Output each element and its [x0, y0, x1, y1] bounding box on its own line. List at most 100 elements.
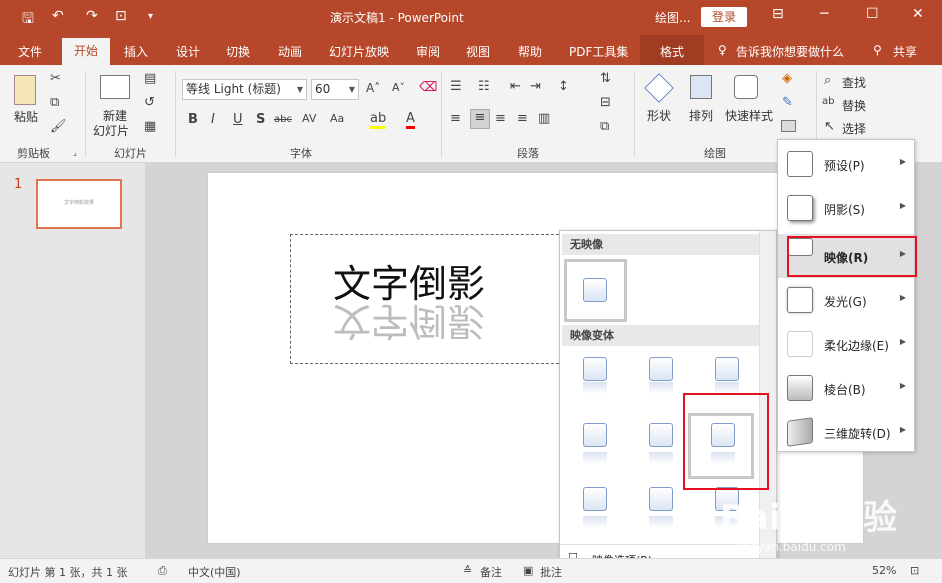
menu-item-bevel[interactable]: 棱台(B) ▶ [778, 366, 914, 410]
format-painter-icon[interactable]: 🖌 [50, 119, 67, 134]
cut-icon[interactable]: ✂ [50, 71, 61, 86]
tab-help[interactable]: 帮助 [518, 43, 542, 60]
menu-item-preset[interactable]: 预设(P) ▶ [778, 142, 914, 186]
redo-icon[interactable]: ↷ [86, 8, 98, 24]
menu-item-3d-rotation[interactable]: 三维旋转(D) ▶ [778, 410, 914, 454]
tab-design[interactable]: 设计 [176, 43, 200, 60]
slide-thumbnail[interactable]: 文字倒影效果 [36, 179, 122, 229]
reflection-variant-2[interactable] [626, 351, 682, 407]
save-icon[interactable]: 🖫 [22, 8, 34, 32]
menu-item-shadow[interactable]: 阴影(S) ▶ [778, 186, 914, 230]
shapes-label[interactable]: 形状 [647, 107, 671, 124]
maximize-icon[interactable]: ☐ [866, 6, 879, 22]
new-slide-label-2[interactable]: 幻灯片 [93, 122, 129, 139]
shape-effects-icon[interactable] [781, 120, 796, 132]
comments-button[interactable]: 批注 [540, 564, 562, 580]
grow-font-icon[interactable]: A˄ [366, 81, 380, 95]
tab-insert[interactable]: 插入 [124, 43, 148, 60]
clear-format-icon[interactable]: ⌫ [419, 80, 437, 95]
layout-icon[interactable]: ▤ [144, 71, 156, 86]
new-slide-icon[interactable] [100, 75, 130, 99]
increase-indent-icon[interactable]: ⇥ [530, 79, 541, 94]
zoom-level[interactable]: 52% [872, 564, 896, 577]
present-icon[interactable]: ⊡ [115, 8, 127, 24]
section-icon[interactable]: ▦ [144, 119, 156, 134]
select-button[interactable]: 选择 [842, 120, 866, 137]
tab-animations[interactable]: 动画 [278, 43, 302, 60]
shape-outline-icon[interactable]: ✎ [782, 95, 793, 110]
close-icon[interactable]: ✕ [912, 6, 924, 22]
bold-icon[interactable]: B [188, 112, 198, 127]
align-right-icon[interactable]: ≡ [495, 111, 506, 126]
find-button[interactable]: 查找 [842, 74, 866, 91]
minimize-icon[interactable]: ─ [820, 6, 828, 22]
notes-button[interactable]: 备注 [480, 564, 502, 580]
reflection-variant-8[interactable] [626, 483, 682, 539]
undo-icon[interactable]: ↶ [52, 8, 64, 24]
tell-me-input[interactable]: 告诉我你想要做什么 [736, 43, 844, 60]
align-text-icon[interactable]: ⊟ [600, 95, 611, 110]
comments-icon[interactable]: ▣ [523, 564, 533, 577]
strikethrough-icon[interactable]: abc [274, 114, 292, 125]
share-button[interactable]: 共享 [893, 43, 917, 60]
bullets-icon[interactable]: ☰ [450, 79, 462, 94]
copy-icon[interactable]: ⧉ [50, 95, 59, 110]
columns-icon[interactable]: ▥ [538, 111, 550, 126]
replace-button[interactable]: 替换 [842, 97, 866, 114]
numbering-icon[interactable]: ☷ [478, 79, 490, 94]
text-direction-icon[interactable]: ⇅ [600, 71, 611, 86]
font-size-combo[interactable]: 60 ▼ [311, 79, 359, 100]
justify-icon[interactable]: ≡ [517, 111, 528, 126]
tab-pdf-tools[interactable]: PDF工具集 [569, 43, 628, 60]
menu-item-soft-edges[interactable]: 柔化边缘(E) ▶ [778, 322, 914, 366]
reset-icon[interactable]: ↺ [144, 95, 155, 110]
arrange-label[interactable]: 排列 [689, 107, 713, 124]
align-center-icon[interactable]: ≡ [470, 109, 490, 129]
tab-format[interactable]: 格式 [660, 43, 684, 60]
spellcheck-icon[interactable]: ⎙ [158, 564, 167, 578]
reflection-variant-4[interactable] [560, 417, 616, 473]
customize-toolbar-icon[interactable]: ▾ [148, 11, 153, 22]
clipboard-launcher-icon[interactable]: ⌟ [73, 148, 77, 157]
italic-icon[interactable]: I [211, 112, 215, 127]
char-spacing-icon[interactable]: AV [302, 112, 316, 125]
find-icon[interactable]: ⌕ [824, 73, 831, 88]
tab-file[interactable]: 文件 [18, 43, 42, 60]
replace-icon[interactable]: ab [822, 96, 834, 107]
arrange-icon[interactable] [690, 75, 712, 99]
tab-slideshow[interactable]: 幻灯片放映 [329, 43, 389, 60]
tab-view[interactable]: 视图 [466, 43, 490, 60]
notes-icon[interactable]: ≙ [463, 564, 472, 577]
text-shadow-icon[interactable]: S [256, 112, 265, 127]
font-name-combo[interactable]: 等线 Light (标题) ▼ [182, 79, 307, 100]
line-spacing-icon[interactable]: ↕ [558, 79, 569, 94]
login-button[interactable]: 登录 [701, 7, 747, 27]
quick-styles-label[interactable]: 快速样式 [725, 107, 773, 124]
highlight-icon[interactable]: ab [370, 111, 387, 129]
tab-review[interactable]: 审阅 [416, 43, 440, 60]
underline-icon[interactable]: U [233, 112, 243, 127]
quick-styles-icon[interactable] [734, 75, 758, 99]
chevron-right-icon: ▶ [899, 337, 906, 346]
reflection-variant-1[interactable] [560, 351, 616, 407]
shapes-icon[interactable] [644, 73, 674, 103]
smartart-icon[interactable]: ⧉ [600, 119, 609, 134]
tab-home[interactable]: 开始 [62, 38, 110, 65]
font-color-icon[interactable]: A [406, 111, 415, 129]
language-status[interactable]: 中文(中国) [188, 564, 241, 580]
reflection-variant-7[interactable] [560, 483, 616, 539]
ribbon-options-icon[interactable]: ⊟ [772, 6, 784, 22]
fit-slide-icon[interactable]: ⊡ [910, 564, 919, 577]
shrink-font-icon[interactable]: A˅ [392, 81, 405, 94]
menu-item-glow[interactable]: 发光(G) ▶ [778, 278, 914, 322]
select-icon[interactable]: ↖ [824, 119, 835, 134]
no-reflection-option[interactable] [564, 259, 627, 322]
paste-label[interactable]: 粘贴 [14, 108, 38, 125]
change-case-icon[interactable]: Aa [330, 112, 344, 125]
decrease-indent-icon[interactable]: ⇤ [510, 79, 521, 94]
align-left-icon[interactable]: ≡ [450, 111, 461, 126]
tab-transitions[interactable]: 切换 [226, 43, 250, 60]
reflection-variant-5[interactable] [626, 417, 682, 473]
shape-fill-icon[interactable]: ◈ [782, 71, 792, 86]
paste-icon[interactable] [14, 75, 36, 105]
